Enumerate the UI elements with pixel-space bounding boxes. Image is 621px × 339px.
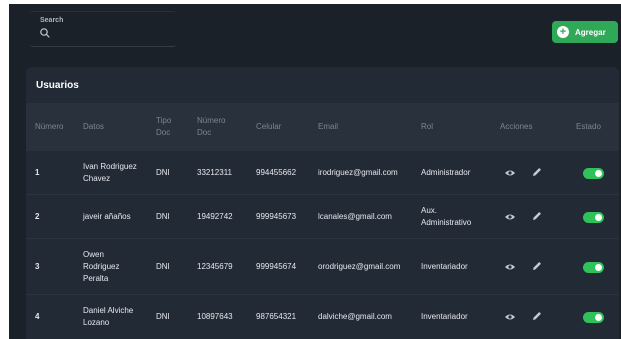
toggle-knob bbox=[595, 314, 602, 321]
cell-rol: Aux. Administrativo bbox=[421, 205, 471, 229]
card-title: Usuarios bbox=[36, 80, 79, 91]
header-numero-doc: Número Doc bbox=[197, 115, 225, 139]
cell-tipo-doc: DNI bbox=[156, 168, 170, 177]
users-card: Usuarios Número Datos Tipo Doc Número Do… bbox=[26, 67, 619, 339]
cell-datos-line: Lozano bbox=[83, 318, 110, 327]
cell-datos-line: Owen bbox=[83, 250, 104, 259]
table-row: 2 javeir añaños DNI 19492742 999945673 l… bbox=[26, 195, 619, 239]
cell-datos-line: Peralta bbox=[83, 274, 109, 283]
add-button-label: Agregar bbox=[575, 27, 606, 37]
cell-numero-doc: 19492742 bbox=[197, 212, 233, 221]
cell-celular: 987654321 bbox=[256, 312, 297, 321]
cell-datos: Owen Rodriguez Peralta bbox=[83, 249, 119, 285]
cell-celular: 994455662 bbox=[256, 168, 297, 177]
status-toggle[interactable] bbox=[583, 168, 604, 179]
cell-tipo-doc: DNI bbox=[156, 262, 170, 271]
cell-email: orodriguez@gmail.com bbox=[318, 262, 401, 271]
table-row: 3 Owen Rodriguez Peralta DNI 12345679 99… bbox=[26, 239, 619, 295]
status-toggle[interactable] bbox=[583, 312, 604, 323]
cell-celular: 999945674 bbox=[256, 262, 297, 271]
cell-tipo-doc: DNI bbox=[156, 312, 170, 321]
cell-numero-doc: 12345679 bbox=[197, 262, 233, 271]
plus-circle-icon: + bbox=[557, 26, 569, 38]
header-celular: Celular bbox=[256, 122, 282, 131]
header-numero: Número bbox=[35, 122, 64, 131]
eye-icon[interactable] bbox=[504, 261, 516, 273]
header-rol: Rol bbox=[421, 122, 434, 131]
cell-rol: Administrador bbox=[421, 167, 470, 179]
cell-datos-line: Chavez bbox=[83, 174, 111, 183]
cell-rol-line: Inventariador bbox=[421, 312, 468, 321]
header-tipo-doc-line2: Doc bbox=[156, 128, 171, 137]
status-toggle[interactable] bbox=[583, 262, 604, 273]
cell-email: lcanales@gmail.com bbox=[318, 212, 392, 221]
toggle-knob bbox=[595, 264, 602, 271]
table-row: 1 Ivan Rodriguez Chavez DNI 33212311 994… bbox=[26, 151, 619, 195]
pencil-icon[interactable] bbox=[531, 166, 543, 178]
toggle-knob bbox=[595, 170, 602, 177]
cell-datos: javeir añaños bbox=[83, 211, 131, 223]
cell-datos-line: Ivan Rodriguez bbox=[83, 162, 137, 171]
header-acciones: Acciones bbox=[500, 122, 533, 131]
eye-icon[interactable] bbox=[504, 311, 516, 323]
header-numero-doc-line1: Número bbox=[197, 116, 226, 125]
cell-rol: Inventariador bbox=[421, 261, 468, 273]
cell-numero: 1 bbox=[35, 168, 40, 177]
pencil-icon[interactable] bbox=[531, 260, 543, 272]
cell-rol: Inventariador bbox=[421, 311, 468, 323]
cell-numero-doc: 10897643 bbox=[197, 312, 233, 321]
table-row: 4 Daniel Alviche Lozano DNI 10897643 987… bbox=[26, 295, 619, 339]
cell-numero: 2 bbox=[35, 212, 40, 221]
status-toggle[interactable] bbox=[583, 212, 604, 223]
cell-email: dalviche@gmail.com bbox=[318, 312, 392, 321]
eye-icon[interactable] bbox=[504, 211, 516, 223]
search-input[interactable] bbox=[54, 26, 169, 40]
cell-datos-line: javeir añaños bbox=[83, 212, 131, 221]
header-tipo-doc-line1: Tipo bbox=[156, 116, 172, 125]
search-field[interactable]: Search bbox=[30, 11, 176, 47]
pencil-icon[interactable] bbox=[531, 310, 543, 322]
eye-icon[interactable] bbox=[504, 167, 516, 179]
cell-email: irodriguez@gmail.com bbox=[318, 168, 398, 177]
cell-datos: Daniel Alviche Lozano bbox=[83, 305, 133, 329]
header-datos: Datos bbox=[83, 122, 104, 131]
pencil-icon[interactable] bbox=[531, 210, 543, 222]
cell-celular: 999945673 bbox=[256, 212, 297, 221]
header-numero-doc-line2: Doc bbox=[197, 128, 212, 137]
cell-datos-line: Daniel Alviche bbox=[83, 306, 134, 315]
cell-rol-line: Administrador bbox=[421, 168, 471, 177]
cell-rol-line: Inventariador bbox=[421, 262, 468, 271]
search-label: Search bbox=[40, 17, 64, 24]
cell-datos: Ivan Rodriguez Chavez bbox=[83, 161, 137, 185]
table-header: Número Datos Tipo Doc Número Doc Celular… bbox=[26, 103, 619, 151]
cell-tipo-doc: DNI bbox=[156, 212, 170, 221]
cell-rol-line: Administrativo bbox=[421, 218, 472, 227]
cell-numero-doc: 33212311 bbox=[197, 168, 232, 177]
cell-rol-line: Aux. bbox=[421, 206, 438, 215]
search-icon bbox=[40, 28, 50, 38]
cell-datos-line: Rodriguez bbox=[83, 262, 120, 271]
add-user-button[interactable]: + Agregar bbox=[552, 21, 618, 43]
toggle-knob bbox=[595, 214, 602, 221]
cell-numero: 4 bbox=[35, 312, 40, 321]
header-tipo-doc: Tipo Doc bbox=[156, 115, 171, 139]
app-window: Search + Agregar Usuarios Número Datos T… bbox=[9, 4, 621, 339]
header-email: Email bbox=[318, 122, 339, 131]
header-estado: Estado bbox=[576, 122, 601, 131]
cell-numero: 3 bbox=[35, 262, 40, 271]
